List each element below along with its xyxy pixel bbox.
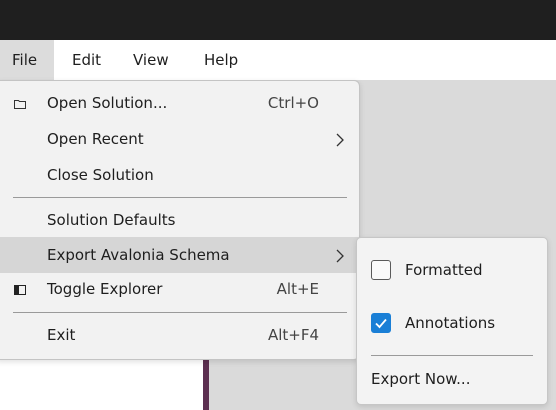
shortcut-label: Alt+F4 [267,326,319,344]
checkmark-icon [375,318,387,329]
menu-item-close-solution[interactable]: Close Solution [0,157,359,193]
menu-item-label: Open Recent [47,130,144,148]
menu-item-label: Open Solution... [47,94,168,112]
menu-item-toggle-explorer[interactable]: Toggle Explorer Alt+E [0,271,359,307]
menu-item-exit[interactable]: Exit Alt+F4 [0,317,359,353]
annotations-checkbox[interactable] [371,313,391,333]
menu-separator [13,197,347,198]
menu-item-open-solution[interactable]: Open Solution... Ctrl+O [0,85,359,121]
menu-item-label: Exit [47,326,76,344]
menu-edit[interactable]: Edit [72,40,101,80]
menu-help[interactable]: Help [204,40,238,80]
menu-bar: File Edit View Help [0,40,556,80]
export-schema-submenu: Formatted Annotations Export Now... [356,237,548,405]
shortcut-label: Alt+E [276,280,319,298]
file-menu-dropdown: Open Solution... Ctrl+O Open Recent Clos… [0,80,360,360]
menu-item-label: Close Solution [47,166,154,184]
menu-item-label: Toggle Explorer [47,280,163,298]
folder-icon [13,85,27,121]
formatted-label[interactable]: Formatted [405,259,483,281]
menu-file-label: File [12,51,38,69]
menu-item-solution-defaults[interactable]: Solution Defaults [0,202,359,238]
annotations-label[interactable]: Annotations [405,312,495,334]
export-now-button[interactable]: Export Now... [371,366,470,392]
submenu-separator [371,355,533,356]
panel-icon [13,271,27,307]
window-title-bar [0,0,556,40]
menu-item-label: Solution Defaults [47,211,176,229]
menu-item-label: Export Avalonia Schema [47,246,230,264]
chevron-right-icon [335,121,345,157]
menu-item-open-recent[interactable]: Open Recent [0,121,359,157]
shortcut-label: Ctrl+O [267,94,319,112]
menu-separator [13,312,347,313]
chevron-right-icon [335,237,345,273]
formatted-checkbox[interactable] [371,260,391,280]
menu-view[interactable]: View [133,40,169,80]
menu-file[interactable]: File [0,40,54,80]
menu-item-export-avalonia-schema[interactable]: Export Avalonia Schema [0,237,359,273]
